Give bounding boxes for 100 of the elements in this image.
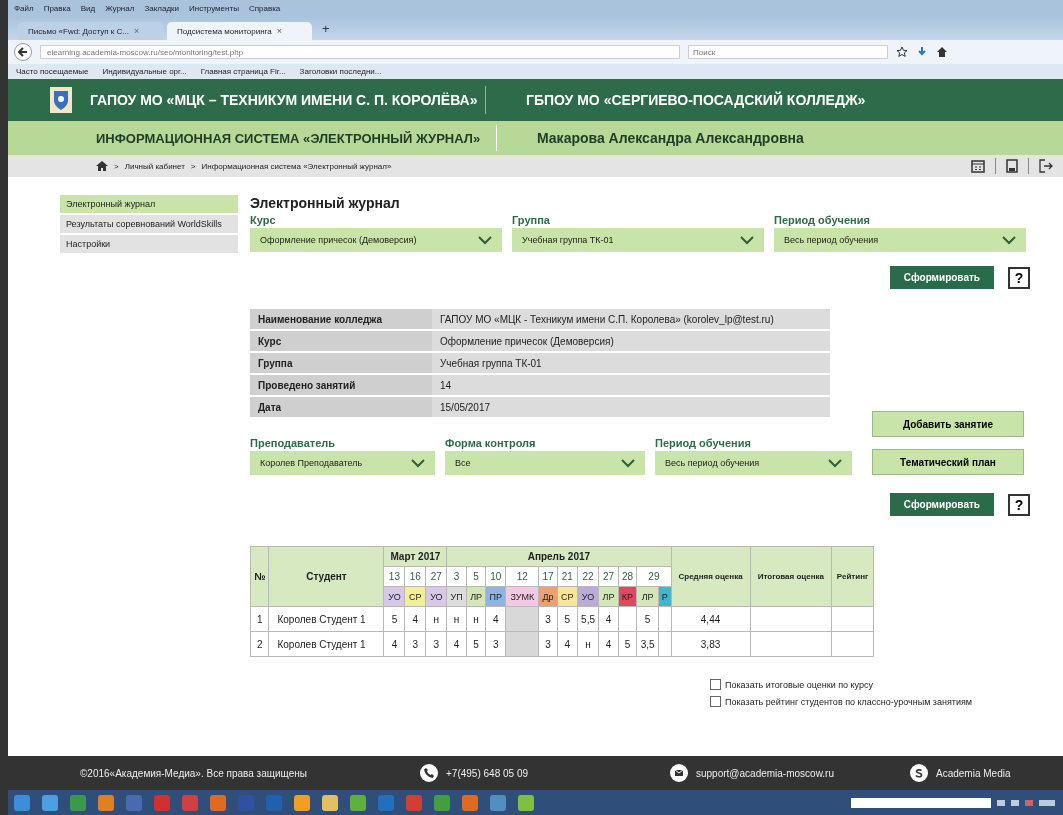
grade-cell: 4: [485, 606, 506, 632]
grade-cell: 3: [538, 606, 558, 632]
bookmark-item[interactable]: Индивидуальные орг...: [102, 67, 187, 76]
mail-icon: [670, 764, 688, 782]
chevron-down-icon: [411, 458, 425, 468]
table-cell: Королев Студент 1: [269, 606, 384, 632]
info-label: Проведено занятий: [250, 375, 432, 395]
info-value: 14: [432, 375, 830, 395]
back-button[interactable]: [14, 43, 32, 61]
info-value: Оформление причесок (Демоверсия): [432, 331, 830, 351]
email-link[interactable]: support@academia-moscow.ru: [696, 767, 834, 779]
browser-tab[interactable]: Подсистема мониторинга ×: [167, 22, 312, 40]
grade-cell: н: [446, 606, 467, 632]
organization-title: ГБПОУ МО «СЕРГИЕВО-ПОСАДСКИЙ КОЛЛЕДЖ»: [526, 92, 866, 108]
grade-cell: 3: [485, 631, 506, 657]
grade-cell: 4: [557, 631, 578, 657]
page-title: Электронный журнал: [250, 195, 401, 211]
grade-cell: 4: [446, 631, 467, 657]
bookmark-item[interactable]: Часто посещаемые: [16, 67, 89, 76]
grade-cell: н: [425, 606, 447, 632]
dropdown[interactable]: Оформление причесок (Демоверсия): [250, 228, 502, 252]
address-bar[interactable]: elearning.academia-moscow.ru/seo/monitoring/test.php: [40, 45, 680, 59]
column-header: Итоговая оценка: [750, 546, 832, 607]
user-name: Макарова Александра Александровна: [537, 130, 804, 146]
help-button[interactable]: ?: [1008, 493, 1030, 516]
grade-cell: 4: [598, 631, 619, 657]
table-cell: 1: [250, 606, 269, 632]
bookmark-item[interactable]: Главная страница Fir...: [200, 67, 286, 76]
grade-cell: 5: [636, 606, 659, 632]
sidebar-item[interactable]: Электронный журнал: [60, 195, 238, 213]
dropdown[interactable]: Все: [445, 451, 645, 475]
document-icon[interactable]: [1006, 159, 1018, 173]
taskbar-app-icon[interactable]: [434, 794, 450, 811]
dropdown[interactable]: Весь период обучения: [655, 451, 852, 475]
table-cell: 2: [250, 631, 269, 657]
back-arrow-icon: [18, 47, 28, 57]
chevron-down-icon: [740, 235, 754, 245]
taskbar-app-icon[interactable]: [98, 794, 114, 811]
dropdown[interactable]: Учебная группа ТК-01: [512, 228, 764, 252]
sidebar-item[interactable]: Настройки: [60, 235, 238, 253]
info-label: Наименование колледжа: [250, 309, 432, 329]
menu-item[interactable]: Инструменты: [189, 3, 239, 13]
grade-cell: [618, 606, 637, 632]
menu-item[interactable]: Файл: [14, 3, 34, 13]
dropdown[interactable]: Королев Преподаватель: [250, 451, 435, 475]
taskbar-app-icon[interactable]: [210, 794, 226, 811]
grade-cell: 4: [404, 606, 426, 632]
field-label: Период обучения: [774, 214, 871, 226]
taskbar-address-field[interactable]: [851, 797, 991, 808]
action-button[interactable]: Добавить занятие: [872, 411, 1024, 437]
breadcrumb-separator: >: [190, 161, 196, 171]
generate-button[interactable]: Сформировать: [889, 266, 994, 289]
taskbar-app-icon[interactable]: [14, 794, 30, 811]
logout-icon[interactable]: [1039, 159, 1053, 173]
breadcrumb-separator: >: [114, 161, 119, 171]
home-icon[interactable]: [96, 161, 108, 171]
menu-item[interactable]: Правка: [43, 3, 71, 13]
search-field[interactable]: Поиск: [688, 45, 888, 59]
checkbox[interactable]: [710, 696, 721, 707]
checkbox[interactable]: [710, 679, 721, 690]
taskbar-app-icon[interactable]: [70, 794, 86, 811]
info-label: Группа: [250, 353, 432, 373]
help-button[interactable]: ?: [1008, 266, 1030, 289]
download-icon[interactable]: [916, 46, 928, 58]
sidebar-item[interactable]: Результаты соревнований WorldSkills: [60, 215, 238, 233]
month-header: Апрель 2017: [446, 546, 671, 567]
star-icon[interactable]: [896, 46, 908, 58]
tab-close-button[interactable]: ×: [276, 26, 282, 36]
grade-cell: 3: [538, 631, 558, 657]
new-tab-button[interactable]: +: [316, 21, 336, 40]
taskbar-app-icon[interactable]: [322, 794, 338, 811]
menu-item[interactable]: Закладки: [144, 3, 179, 13]
menu-item[interactable]: Журнал: [105, 3, 135, 13]
taskbar-app-icon[interactable]: [518, 794, 534, 811]
browser-tab[interactable]: Письмо «Fwd: Доступ к С... ×: [18, 22, 163, 40]
home-icon[interactable]: [936, 46, 948, 58]
bookmark-item[interactable]: Заголовки последни...: [299, 67, 382, 76]
breadcrumb-link[interactable]: Личный кабинет: [124, 161, 185, 171]
taskbar-app-icon[interactable]: [294, 794, 310, 811]
taskbar-app-icon[interactable]: [490, 794, 506, 811]
tray-icons-drawing: [997, 797, 1057, 808]
chevron-down-icon: [621, 458, 635, 468]
generate-button[interactable]: Сформировать: [889, 493, 994, 516]
copyright-text: ©2016«Академия-Медиа». Все права защищены: [80, 767, 308, 779]
menu-item[interactable]: Справка: [248, 3, 281, 13]
taskbar-app-icon[interactable]: [462, 794, 478, 811]
action-button[interactable]: Тематический план: [872, 449, 1024, 475]
column-header: Средняя оценка: [671, 546, 751, 607]
taskbar-app-icon[interactable]: [42, 794, 58, 811]
taskbar-app-icon[interactable]: [350, 794, 366, 811]
column-header: №: [250, 546, 269, 607]
grade-cell: 4: [384, 631, 405, 657]
dropdown[interactable]: Весь период обучения: [774, 228, 1026, 252]
menu-item[interactable]: Вид: [80, 3, 96, 13]
tab-close-button[interactable]: ×: [134, 26, 140, 36]
grade-cell: 3,5: [636, 631, 659, 657]
grade-cell: 5,5: [577, 606, 599, 632]
grade-cell: 5: [618, 631, 637, 657]
calendar-icon[interactable]: [971, 159, 985, 173]
field-label: Курс: [250, 214, 277, 226]
